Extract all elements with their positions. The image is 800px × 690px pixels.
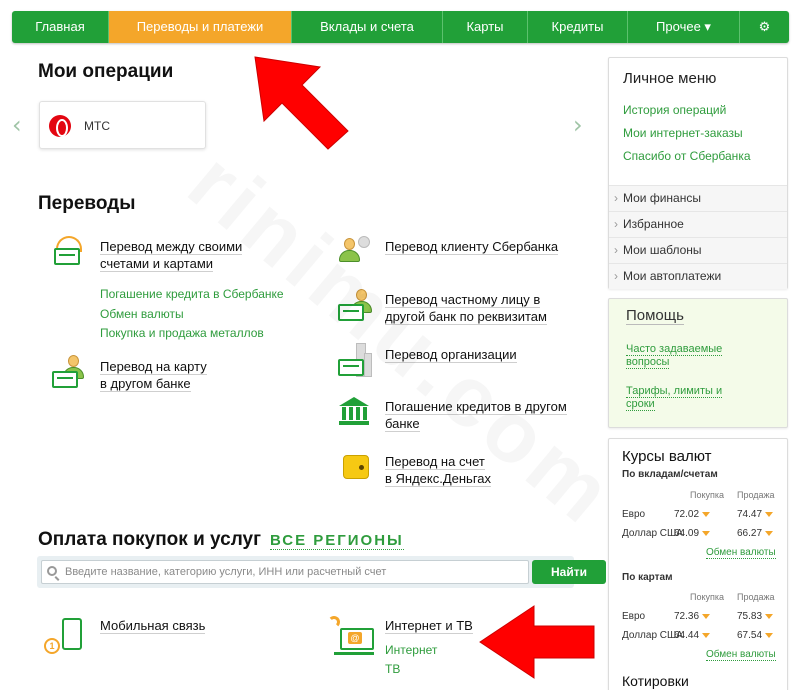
rate-down-icon (765, 632, 774, 638)
sell-header: Продажа (737, 490, 775, 500)
favorites-item[interactable]: Избранное (609, 211, 787, 237)
mobile-phone-icon: 1 (44, 618, 84, 658)
operations-title: Мои операции (38, 61, 174, 82)
rate-buy: 72.02 (674, 509, 711, 520)
buy-header: Покупка (690, 592, 725, 602)
nav-loans[interactable]: Кредиты (528, 11, 628, 43)
metals-trade-link[interactable]: Покупка и продажа металлов (100, 326, 264, 340)
rate-name: Евро (622, 509, 646, 520)
nav-transfers-payments[interactable]: Переводы и платежи (109, 11, 292, 43)
rate-buy: 72.36 (674, 611, 711, 622)
operation-card-label: МТС (84, 119, 110, 133)
my-autopayments-item[interactable]: Мои автоплатежи (609, 263, 787, 289)
yandex-wallet-icon (343, 450, 377, 484)
internet-tv-link[interactable]: Интернет и ТВ (385, 618, 473, 634)
carousel-prev-icon[interactable]: ‹ (12, 111, 22, 139)
rate-down-icon (765, 511, 774, 517)
payments-title: Оплата покупок и услуг (38, 529, 261, 550)
rate-buy: 64.09 (674, 528, 711, 539)
tv-link[interactable]: ТВ (385, 662, 400, 676)
services-search: Найти (37, 556, 606, 588)
search-icon (47, 566, 57, 576)
transfer-yandex-money-link[interactable]: Перевод на счет в Яндекс.Деньгах (385, 453, 492, 487)
rate-down-icon (702, 511, 711, 517)
transfer-own-accounts-link[interactable]: Перевод между своими счетами и картами (100, 238, 243, 272)
person-card-icon (338, 289, 372, 323)
nav-home[interactable]: Главная (12, 11, 109, 43)
personal-menu-panel: Личное меню История операций Мои интерне… (608, 57, 788, 289)
operation-card-mts[interactable]: МТС (39, 101, 206, 149)
rate-down-icon (765, 530, 774, 536)
my-finances-item[interactable]: Мои финансы (609, 185, 787, 211)
currency-rates-panel: Курсы валют По вкладам/счетам Покупка Пр… (608, 438, 788, 690)
currency-exchange-link[interactable]: Обмен валюты (100, 307, 184, 321)
internet-orders-link[interactable]: Мои интернет-заказы (623, 126, 743, 140)
help-title[interactable]: Помощь (626, 307, 684, 325)
person-icon (338, 234, 372, 268)
rate-sell: 74.47 (737, 509, 774, 520)
transfer-sber-client-link[interactable]: Перевод клиенту Сбербанка (385, 238, 559, 255)
rate-sell: 75.83 (737, 611, 774, 622)
nav-deposits-accounts[interactable]: Вклады и счета (292, 11, 443, 43)
red-arrow-icon (479, 605, 595, 679)
quotes-title: Котировки (622, 673, 689, 689)
rate-buy: 64.44 (674, 630, 711, 641)
loan-repayment-sber-link[interactable]: Погашение кредита в Сбербанке (100, 287, 284, 301)
transfers-title: Переводы (38, 193, 136, 214)
transfer-private-person-link[interactable]: Перевод частному лицу в другой банк по ре… (385, 291, 547, 325)
rates-cards-label: По картам (622, 572, 673, 583)
search-button[interactable]: Найти (532, 560, 606, 584)
faq-link[interactable]: Часто задаваемые вопросы (626, 343, 723, 369)
rates-deposits-label: По вкладам/счетам (622, 469, 718, 480)
transfer-other-bank-card-link[interactable]: Перевод на карту в другом банке (100, 358, 207, 392)
cards-exchange-icon (52, 236, 86, 270)
operations-history-link[interactable]: История операций (623, 103, 726, 117)
exchange-link[interactable]: Обмен валюты (706, 649, 776, 661)
rate-down-icon (702, 632, 711, 638)
my-templates-item[interactable]: Мои шаблоны (609, 237, 787, 263)
bank-icon (339, 397, 373, 431)
rates-title: Курсы валют (622, 448, 712, 465)
transfer-organization-link[interactable]: Перевод организации (385, 346, 517, 363)
spasibo-link[interactable]: Спасибо от Сбербанка (623, 149, 751, 163)
rate-sell: 66.27 (737, 528, 774, 539)
building-card-icon (338, 343, 372, 377)
nav-other-dropdown[interactable]: Прочее ▾ (628, 11, 740, 43)
person-card-icon (52, 355, 86, 389)
internet-tv-icon: @ (326, 614, 376, 658)
main-nav: Главная Переводы и платежи Вклады и счет… (12, 11, 789, 43)
all-regions-link[interactable]: ВСЕ РЕГИОНЫ (270, 532, 404, 550)
nav-cards[interactable]: Карты (443, 11, 528, 43)
sell-header: Продажа (737, 592, 775, 602)
help-panel: Помощь Часто задаваемые вопросы Тарифы, л… (608, 298, 788, 428)
rate-name: Евро (622, 611, 646, 622)
personal-menu-title: Личное меню (623, 70, 717, 87)
carousel-next-icon[interactable]: › (573, 111, 583, 139)
rate-down-icon (702, 613, 711, 619)
red-arrow-icon (254, 56, 349, 150)
rate-down-icon (702, 530, 711, 536)
exchange-link[interactable]: Обмен валюты (706, 547, 776, 559)
services-search-input[interactable] (41, 560, 529, 584)
tariffs-limits-link[interactable]: Тарифы, лимиты и сроки (626, 385, 723, 411)
rate-down-icon (765, 613, 774, 619)
mobile-service-link[interactable]: Мобильная связь (100, 618, 206, 634)
buy-header: Покупка (690, 490, 725, 500)
rate-sell: 67.54 (737, 630, 774, 641)
gear-icon[interactable]: ⚙ (740, 11, 789, 43)
internet-link[interactable]: Интернет (385, 643, 437, 657)
repay-other-bank-loans-link[interactable]: Погашение кредитов в другом банке (385, 398, 567, 432)
mts-logo-icon (49, 115, 71, 137)
